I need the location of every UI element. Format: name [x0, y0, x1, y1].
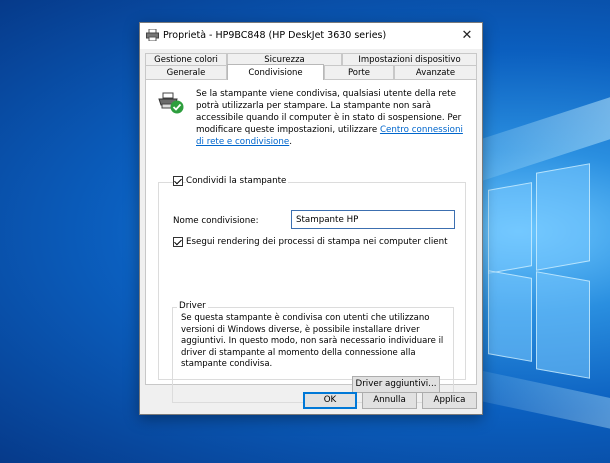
- additional-drivers-button[interactable]: Driver aggiuntivi...: [352, 376, 440, 393]
- tab-avanzate[interactable]: Avanzate: [394, 65, 477, 79]
- window-title: Proprietà - HP9BC848 (HP DeskJet 3630 se…: [163, 30, 387, 41]
- tab-gestione-colori[interactable]: Gestione colori: [145, 53, 227, 65]
- render-client-label: Esegui rendering dei processi di stampa …: [186, 237, 448, 247]
- title-bar: Proprietà - HP9BC848 (HP DeskJet 3630 se…: [140, 23, 482, 49]
- share-printer-checkbox[interactable]: [173, 176, 183, 186]
- info-text-end: .: [289, 137, 292, 147]
- sharing-panel: Se la stampante viene condivisa, qualsia…: [145, 79, 477, 403]
- driver-info-text: Se questa stampante è condivisa con uten…: [181, 313, 444, 369]
- printer-properties-dialog: Proprietà - HP9BC848 (HP DeskJet 3630 se…: [139, 22, 483, 415]
- sharing-info-text: Se la stampante viene condivisa, qualsia…: [196, 88, 471, 148]
- close-button[interactable]: ✕: [452, 23, 482, 49]
- render-client-checkbox[interactable]: [173, 237, 183, 247]
- shared-printer-icon: [158, 92, 184, 114]
- tab-porte[interactable]: Porte: [324, 65, 394, 79]
- driver-group-legend: Driver: [177, 301, 208, 311]
- share-name-label: Nome condivisione:: [173, 216, 259, 226]
- cancel-button[interactable]: Annulla: [362, 392, 417, 409]
- ok-button[interactable]: OK: [303, 392, 357, 409]
- tab-condivisione[interactable]: Condivisione: [227, 64, 324, 80]
- share-printer-label: Condividi la stampante: [186, 176, 289, 186]
- share-name-input[interactable]: [291, 210, 455, 229]
- tab-generale[interactable]: Generale: [145, 65, 227, 79]
- windows-logo-icon: [488, 163, 590, 379]
- printer-icon: [146, 29, 159, 41]
- tab-impostazioni-dispositivo[interactable]: Impostazioni dispositivo: [342, 53, 477, 65]
- apply-button[interactable]: Applica: [422, 392, 477, 409]
